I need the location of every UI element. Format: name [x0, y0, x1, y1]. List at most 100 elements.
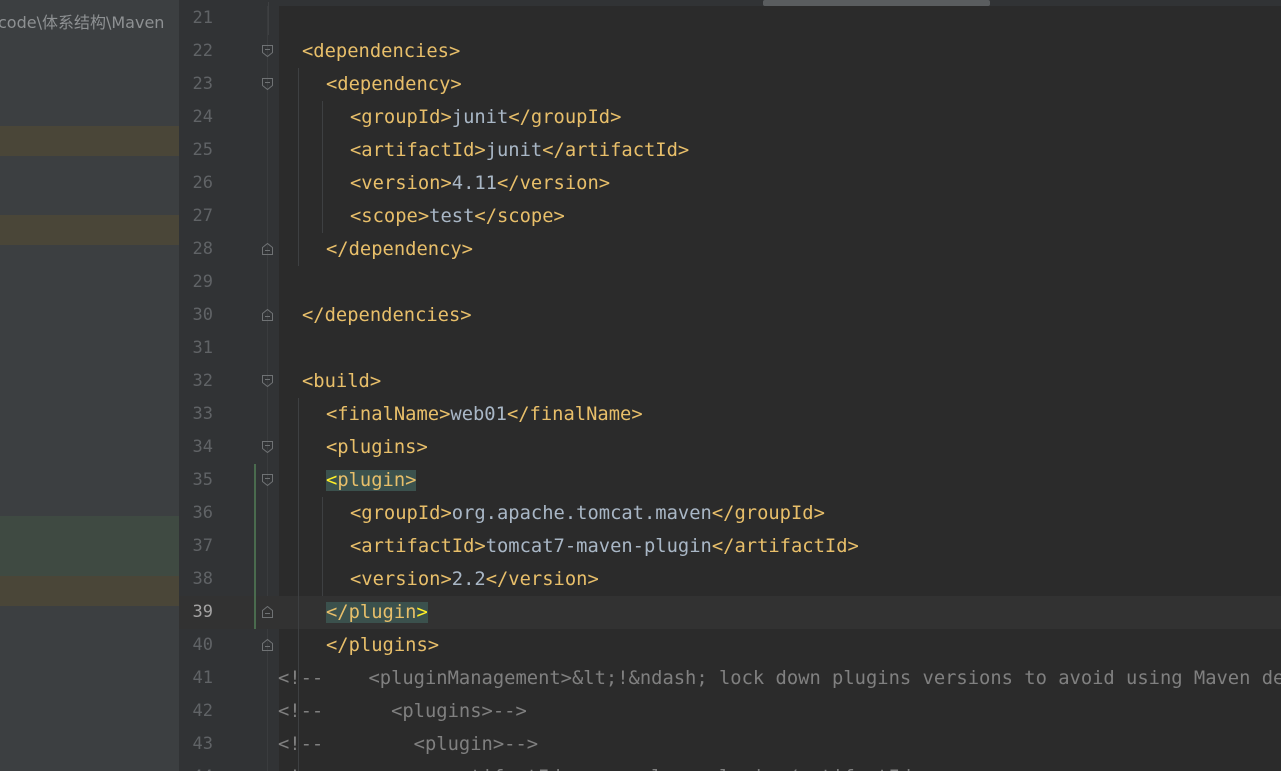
code-line[interactable]: 37 <artifactId>tomcat7-maven-plugin</arti…	[179, 530, 1281, 563]
line-number[interactable]: 38	[179, 563, 213, 596]
indent-guide	[268, 2, 269, 35]
xml-tag: <plugins>	[326, 437, 428, 458]
line-number[interactable]: 24	[179, 101, 213, 134]
code-line[interactable]: 22 <dependencies>	[179, 35, 1281, 68]
line-number[interactable]: 23	[179, 68, 213, 101]
code-line[interactable]: 41 <!-- <pluginManagement>&lt;!&ndash; lo…	[179, 662, 1281, 695]
code-line[interactable]: 23 <dependency>	[179, 68, 1281, 101]
fold-open-icon[interactable]	[262, 474, 273, 486]
xml-tag: <artifactId>	[350, 140, 486, 161]
code-line[interactable]: 29	[179, 266, 1281, 299]
xml-text: org.apache.tomcat.maven	[451, 503, 712, 524]
line-number[interactable]: 41	[179, 662, 213, 695]
code-text[interactable]: <plugins>	[326, 431, 428, 464]
code-text[interactable]: <groupId>org.apache.tomcat.maven</groupI…	[350, 497, 825, 530]
line-number[interactable]: 40	[179, 629, 213, 662]
xml-tag: <scope>	[350, 206, 430, 227]
line-number[interactable]: 25	[179, 134, 213, 167]
xml-text: web01	[450, 404, 507, 425]
code-line[interactable]: 39 </plugin>	[179, 596, 1281, 629]
code-text[interactable]: <version>2.2</version>	[350, 563, 599, 596]
code-text[interactable]: <artifactId>junit</artifactId>	[350, 134, 689, 167]
xml-tag: <finalName>	[326, 404, 451, 425]
xml-tag: <version>	[350, 569, 452, 590]
line-number[interactable]: 31	[179, 332, 213, 365]
fold-open-icon[interactable]	[262, 45, 273, 57]
line-number[interactable]: 39	[179, 596, 213, 629]
code-line[interactable]: 35 <plugin>	[179, 464, 1281, 497]
line-number[interactable]: 43	[179, 728, 213, 761]
code-line[interactable]: 33 <finalName>web01</finalName>	[179, 398, 1281, 431]
code-line[interactable]: 38 <version>2.2</version>	[179, 563, 1281, 596]
line-number[interactable]: 29	[179, 266, 213, 299]
project-tree-row-highlight[interactable]	[0, 215, 179, 245]
line-number[interactable]: 33	[179, 398, 213, 431]
code-text[interactable]: </dependency>	[326, 233, 473, 266]
code-text[interactable]: <scope>test</scope>	[350, 200, 565, 233]
code-editor[interactable]: 21 22 <dependencies> 23 <dependency> 24 <group…	[179, 0, 1281, 771]
line-number[interactable]: 35	[179, 464, 213, 497]
fold-close-icon[interactable]	[262, 243, 273, 255]
fold-open-icon[interactable]	[262, 78, 273, 90]
xml-text: 2.2	[451, 569, 486, 590]
code-text[interactable]: <plugin>	[326, 464, 417, 497]
fold-close-icon[interactable]	[262, 309, 273, 321]
line-number[interactable]: 44	[179, 761, 213, 771]
code-line[interactable]: 34 <plugins>	[179, 431, 1281, 464]
code-text[interactable]: <dependency>	[326, 68, 462, 101]
code-text[interactable]: <!-- <pluginManagement>&lt;!&ndash; lock…	[278, 662, 1281, 695]
xml-tag: </plugin>	[326, 602, 428, 623]
fold-close-icon[interactable]	[262, 606, 273, 618]
code-text[interactable]: <build>	[302, 365, 381, 398]
project-tree-row-highlight[interactable]	[0, 576, 179, 606]
code-line[interactable]: 30 </dependencies>	[179, 299, 1281, 332]
xml-text: test	[429, 206, 475, 227]
code-text[interactable]: <dependencies>	[302, 35, 460, 68]
code-text[interactable]: <!-- <plugin>-->	[278, 728, 538, 761]
line-number[interactable]: 28	[179, 233, 213, 266]
code-text[interactable]: </dependencies>	[302, 299, 472, 332]
line-number[interactable]: 32	[179, 365, 213, 398]
code-text[interactable]: </plugins>	[326, 629, 439, 662]
code-text[interactable]: <finalName>web01</finalName>	[326, 398, 643, 431]
code-line[interactable]: 28 </dependency>	[179, 233, 1281, 266]
code-line[interactable]: 25 <artifactId>junit</artifactId>	[179, 134, 1281, 167]
code-text[interactable]: <artifactId>tomcat7-maven-plugin</artifa…	[350, 530, 859, 563]
line-number[interactable]: 21	[179, 2, 213, 35]
vcs-change-marker[interactable]	[254, 464, 256, 629]
code-line[interactable]: 43 <!-- <plugin>-->	[179, 728, 1281, 761]
line-number[interactable]: 22	[179, 35, 213, 68]
code-text[interactable]: <!-- <artifactId>maven-clean-plugin</art…	[278, 761, 956, 771]
line-number[interactable]: 37	[179, 530, 213, 563]
xml-tag: <dependencies>	[302, 41, 461, 62]
line-number[interactable]: 36	[179, 497, 213, 530]
line-number[interactable]: 30	[179, 299, 213, 332]
indent-guide	[298, 68, 299, 266]
project-tree-row-highlight[interactable]	[0, 126, 179, 156]
code-text[interactable]: </plugin>	[326, 596, 428, 629]
fold-open-icon[interactable]	[262, 441, 273, 453]
line-number[interactable]: 26	[179, 167, 213, 200]
code-text[interactable]: <!-- <plugins>-->	[278, 695, 527, 728]
code-line[interactable]: 36 <groupId>org.apache.tomcat.maven</grou…	[179, 497, 1281, 530]
code-line[interactable]: 42 <!-- <plugins>-->	[179, 695, 1281, 728]
xml-tag: <groupId>	[350, 107, 452, 128]
code-line[interactable]: 24 <groupId>junit</groupId>	[179, 101, 1281, 134]
fold-close-icon[interactable]	[262, 639, 273, 651]
code-line[interactable]: 27 <scope>test</scope>	[179, 200, 1281, 233]
code-text[interactable]: <version>4.11</version>	[350, 167, 610, 200]
code-line[interactable]: 26 <version>4.11</version>	[179, 167, 1281, 200]
line-number[interactable]: 27	[179, 200, 213, 233]
xml-tag: <dependency>	[326, 74, 462, 95]
code-text[interactable]: <groupId>junit</groupId>	[350, 101, 621, 134]
xml-tag: </version>	[485, 569, 599, 590]
line-number[interactable]: 34	[179, 431, 213, 464]
code-line[interactable]: 44 <!-- <artifactId>maven-clean-plugin</a…	[179, 761, 1281, 771]
code-line[interactable]: 21	[179, 2, 1281, 35]
project-tree-row-selected[interactable]	[0, 516, 179, 576]
code-line[interactable]: 40 </plugins>	[179, 629, 1281, 662]
fold-open-icon[interactable]	[262, 375, 273, 387]
code-line[interactable]: 31	[179, 332, 1281, 365]
line-number[interactable]: 42	[179, 695, 213, 728]
code-line[interactable]: 32 <build>	[179, 365, 1281, 398]
